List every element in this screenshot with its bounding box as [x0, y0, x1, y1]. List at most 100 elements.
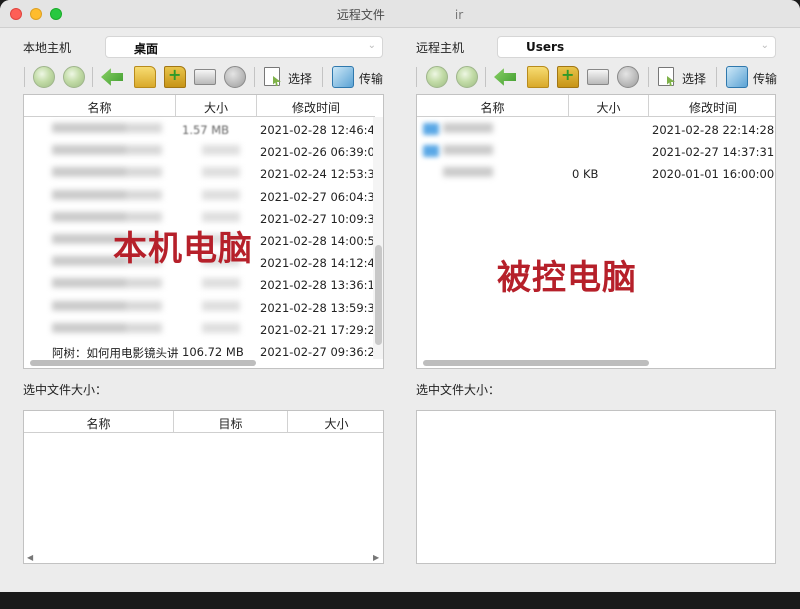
remote-file-list[interactable]: 名称 大小 修改时间 ████████████ 2021-02-28 22:14:… — [416, 94, 776, 369]
chevron-down-icon: ⌄ — [760, 40, 769, 51]
printer-icon[interactable] — [194, 69, 216, 85]
stop-icon[interactable] — [617, 66, 639, 88]
forward-circle-icon[interactable] — [63, 66, 85, 88]
scroll-thumb[interactable] — [30, 360, 256, 366]
file-size — [202, 145, 240, 156]
file-modified-time: 2020-01-01 16:00:00 — [652, 167, 775, 182]
table-row[interactable]: ████████████ 2021-02-28 13:59:36 — [24, 297, 382, 319]
file-size — [202, 278, 240, 289]
table-row[interactable]: ████████████ 2021-02-26 06:39:00 — [24, 141, 382, 163]
toolbar-separator — [416, 67, 417, 87]
stop-icon[interactable] — [224, 66, 246, 88]
remote-toolbar: 选择 传输 — [416, 64, 800, 90]
table-row[interactable]: ████████████ 2021-02-21 17:29:22 — [24, 319, 382, 341]
file-name: ████████████ — [52, 300, 162, 311]
select-button[interactable]: 选择 — [682, 70, 706, 87]
local-host-select[interactable]: 桌面 ⌄ — [105, 36, 383, 58]
refresh-arrow-icon[interactable] — [494, 68, 516, 86]
title-bar[interactable]: 远程文件 ir — [0, 0, 800, 28]
local-transfer-queue[interactable]: 名称 目标 大小 ◀ ▶ — [23, 410, 384, 564]
file-size — [202, 189, 240, 200]
folder-icon — [423, 145, 439, 158]
table-row[interactable]: ████████████ 1.57 MB 2021-02-28 12:46:47 — [24, 119, 382, 141]
file-modified-time: 2021-02-28 14:00:58 — [260, 234, 383, 248]
forward-circle-icon[interactable] — [456, 66, 478, 88]
file-modified-time: 2021-02-26 06:39:00 — [260, 145, 383, 160]
file-name: ████████████ — [443, 167, 493, 178]
file-name: ████████████ — [52, 322, 162, 333]
file-modified-time: 2021-02-27 06:04:35 — [260, 189, 383, 204]
local-computer-overlay: 本机电脑 — [113, 229, 253, 269]
remote-computer-overlay: 被控电脑 — [497, 258, 637, 298]
local-selected-size-label: 选中文件大小： — [23, 383, 108, 397]
table-row[interactable]: ████████████ 0 KB 2020-01-01 16:00:00 — [417, 163, 775, 185]
window-title: 远程文件 ir — [336, 8, 464, 22]
printer-icon[interactable] — [587, 69, 609, 85]
queue-horizontal-scrollbar[interactable]: ◀ ▶ — [24, 553, 383, 563]
column-header-modified[interactable]: 修改时间 — [649, 95, 775, 117]
column-header-size[interactable]: 大小 — [176, 95, 257, 117]
remote-host-select[interactable]: Users ⌄ — [497, 36, 776, 58]
remote-host-label: 远程主机 — [416, 41, 465, 55]
table-row[interactable]: ████████████ 2021-02-27 14:37:31 — [417, 141, 775, 163]
toolbar-separator — [648, 67, 649, 87]
file-modified-time: 2021-02-28 13:59:36 — [260, 300, 383, 315]
file-modified-time: 2021-02-28 14:12:42 — [260, 256, 383, 271]
remote-host-value: Users — [526, 40, 565, 54]
queue-header-name[interactable]: 名称 — [24, 411, 174, 433]
folder-icon — [423, 123, 439, 135]
queue-header-target[interactable]: 目标 — [174, 411, 288, 433]
toolbar-separator — [716, 67, 717, 87]
file-modified-time: 2021-02-28 12:46:47 — [260, 123, 383, 137]
scroll-thumb[interactable] — [423, 360, 649, 366]
local-horizontal-scrollbar[interactable] — [24, 358, 373, 368]
file-size — [202, 322, 240, 333]
file-modified-time: 2021-02-28 22:14:28 — [652, 123, 775, 137]
refresh-arrow-icon[interactable] — [101, 68, 123, 86]
file-modified-time: 2021-02-28 13:36:19 — [260, 278, 383, 293]
folder-up-icon[interactable] — [527, 66, 549, 88]
local-vertical-scrollbar[interactable] — [373, 117, 383, 359]
column-header-size[interactable]: 大小 — [569, 95, 649, 117]
file-size: 1.57 MB — [182, 123, 230, 137]
select-icon[interactable] — [264, 67, 280, 86]
select-button[interactable]: 选择 — [288, 70, 312, 87]
file-name: ████████████ — [443, 145, 493, 156]
remote-horizontal-scrollbar[interactable] — [417, 358, 775, 368]
file-size — [202, 167, 240, 178]
scroll-thumb[interactable] — [375, 245, 382, 345]
file-modified-time: 2021-02-27 14:37:31 — [652, 145, 775, 160]
remote-transfer-queue[interactable] — [416, 410, 776, 564]
local-host-label: 本地主机 — [23, 41, 72, 55]
new-folder-icon[interactable] — [557, 65, 579, 88]
table-row[interactable]: ████████████ 2021-02-27 06:04:35 — [24, 186, 382, 208]
column-header-name[interactable]: 名称 — [417, 95, 569, 117]
file-name: ████████████ — [52, 278, 162, 289]
toolbar-separator — [322, 67, 323, 87]
queue-header-size[interactable]: 大小 — [288, 411, 383, 433]
table-row[interactable]: ████████████ 2021-02-24 12:53:33 — [24, 163, 382, 185]
scroll-left-icon[interactable]: ◀ — [27, 553, 33, 562]
bottom-edge — [0, 592, 800, 609]
file-modified-time: 2021-02-27 09:36:24 — [260, 345, 383, 359]
transfer-button[interactable]: 传输 — [753, 70, 777, 87]
file-name: ████████████ — [52, 167, 162, 178]
folder-up-icon[interactable] — [134, 66, 156, 88]
file-name: ████████████ — [52, 123, 162, 133]
back-circle-icon[interactable] — [426, 66, 448, 88]
column-header-modified[interactable]: 修改时间 — [257, 95, 375, 117]
table-row[interactable]: ████████████ 2021-02-28 22:14:28 — [417, 119, 775, 141]
select-icon[interactable] — [658, 67, 674, 86]
file-size — [202, 300, 240, 311]
file-name: ████████████ — [443, 123, 493, 133]
transfer-icon[interactable] — [726, 66, 748, 88]
column-header-name[interactable]: 名称 — [24, 95, 176, 117]
transfer-button[interactable]: 传输 — [359, 70, 383, 87]
toolbar-separator — [254, 67, 255, 87]
file-name: ████████████ — [52, 145, 162, 156]
scroll-right-icon[interactable]: ▶ — [373, 553, 379, 562]
transfer-icon[interactable] — [332, 66, 354, 88]
table-row[interactable]: ████████████ 2021-02-28 13:36:19 — [24, 274, 382, 296]
new-folder-icon[interactable] — [164, 65, 186, 88]
back-circle-icon[interactable] — [33, 66, 55, 88]
